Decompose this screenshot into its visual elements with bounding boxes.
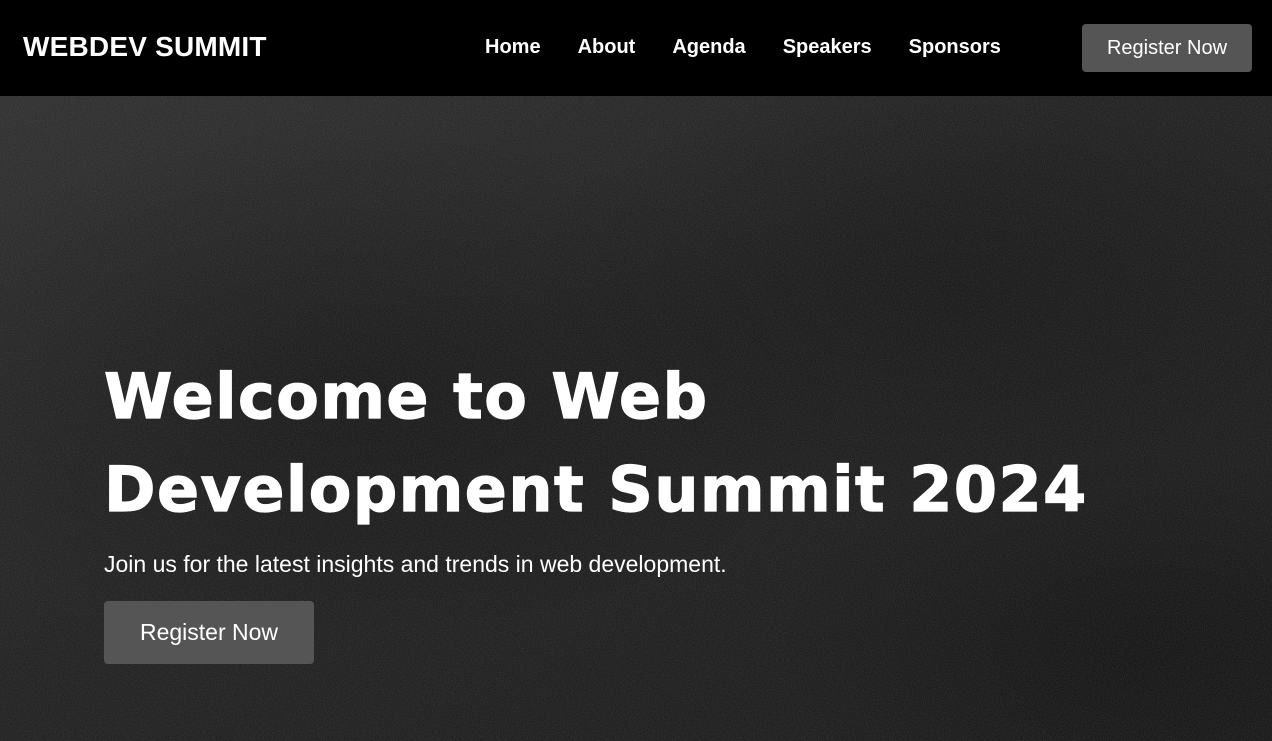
hero-register-button[interactable]: Register Now (104, 601, 314, 664)
nav-link-speakers[interactable]: Speakers (783, 34, 872, 60)
hero-content: Welcome to Web Development Summit 2024 J… (103, 354, 1204, 664)
nav-link-home[interactable]: Home (485, 34, 541, 60)
hero-subtitle: Join us for the latest insights and tren… (104, 551, 727, 577)
header-register-button[interactable]: Register Now (1082, 24, 1252, 72)
nav-link-agenda[interactable]: Agenda (672, 34, 745, 60)
nav-link-about[interactable]: About (578, 34, 636, 60)
nav-link-sponsors[interactable]: Sponsors (909, 34, 1001, 60)
hero-section: Welcome to Web Development Summit 2024 J… (0, 96, 1272, 741)
hero-title: Welcome to Web Development Summit 2024 (103, 359, 1088, 526)
site-logo-text[interactable]: WEBDEV SUMMIT (23, 29, 267, 65)
main-nav: Home About Agenda Speakers Sponsors (485, 34, 1001, 60)
top-navbar: WEBDEV SUMMIT Home About Agenda Speakers… (0, 0, 1272, 96)
